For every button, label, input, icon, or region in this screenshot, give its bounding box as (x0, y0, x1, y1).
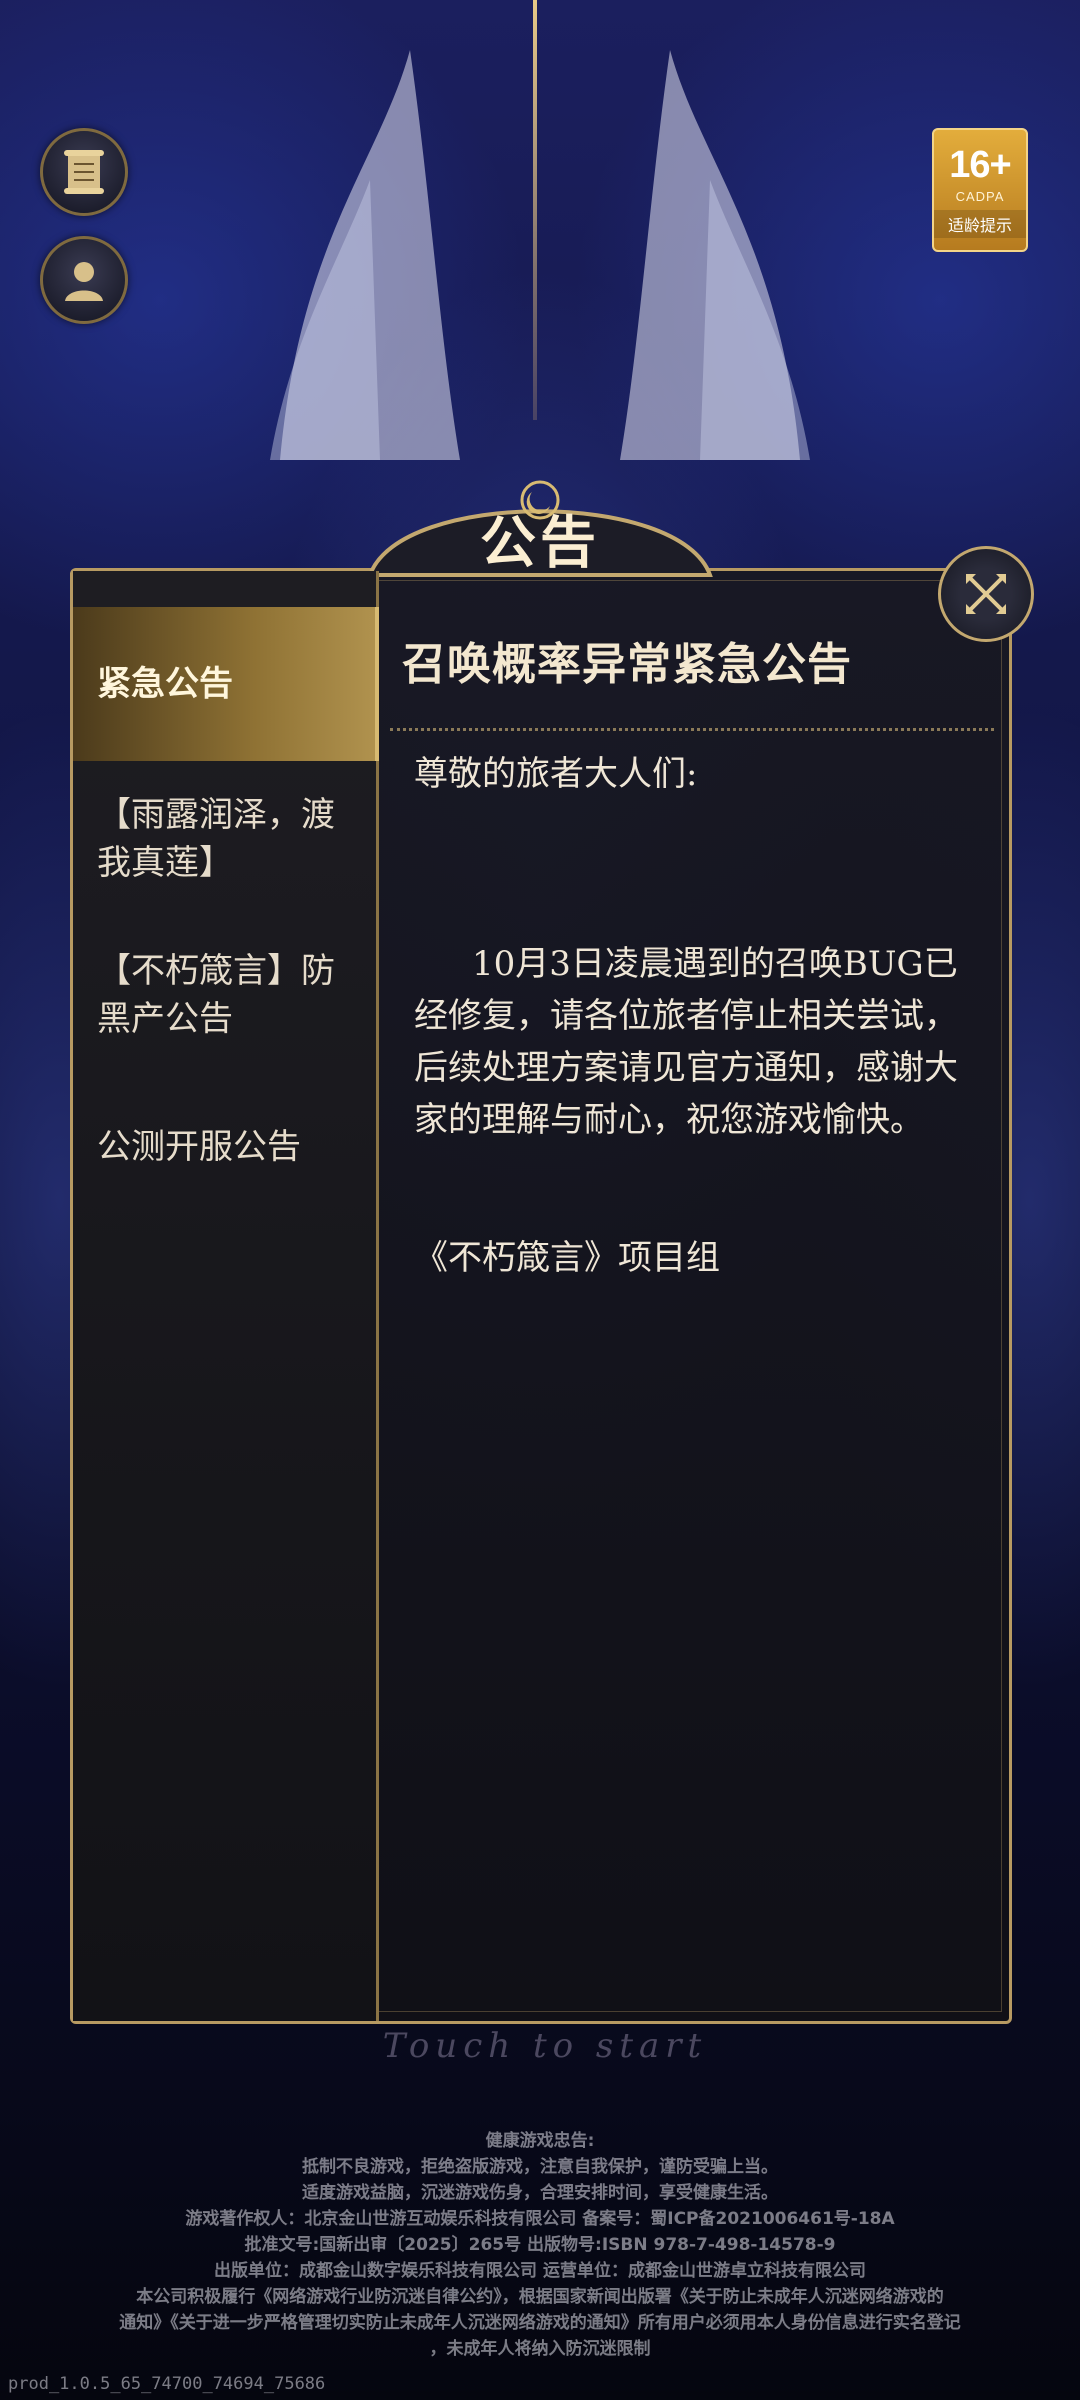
tab-rain-dew-event[interactable]: 【雨露润泽，渡我真莲】 (73, 791, 379, 887)
greeting-text: 尊敬的旅者大人们: (414, 754, 698, 794)
age-rating-tip: 适龄提示 (934, 210, 1026, 238)
age-rating-org: CADPA (955, 189, 1005, 204)
footer-line: 适度游戏益脑，沉迷游戏伤身，合理安排时间，享受健康生活。 (302, 2183, 778, 2203)
tab-label: 【不朽箴言】防黑产公告 (97, 951, 335, 1039)
footer-line: 批准文号:国新出审〔2025〕265号 出版物号:ISBN 978-7-498-… (244, 2235, 836, 2255)
footer-line: 本公司积极履行《网络游戏行业防沉迷自律公约》，根据国家新闻出版署《关于防止未成年… (136, 2287, 944, 2307)
user-icon (65, 262, 103, 301)
announcement-sidebar: 紧急公告 【雨露润泽，渡我真莲】 【不朽箴言】防黑产公告 公测开服公告 (73, 571, 379, 2021)
footer-line: 健康游戏忠告: (485, 2131, 595, 2151)
tab-anti-fraud-announcement[interactable]: 【不朽箴言】防黑产公告 (73, 947, 379, 1043)
announcement-body[interactable]: 尊敬的旅者大人们: 10月3日凌晨遇到的召唤BUG已经修复，请各位旅者停止相关尝… (414, 748, 970, 1284)
scroll-icon (64, 150, 104, 194)
tab-emergency-announcement[interactable]: 紧急公告 (73, 607, 379, 761)
light-beam (533, 0, 537, 420)
title-divider (390, 728, 994, 731)
panel-title: 公告 (480, 510, 600, 576)
touch-to-start-text: Touch to start (382, 2026, 708, 2066)
age-rating-badge[interactable]: 16+ CADPA 适龄提示 (932, 128, 1028, 252)
tab-label: 紧急公告 (97, 664, 233, 704)
left-wing-decoration (270, 50, 460, 460)
right-wing-decoration (620, 50, 810, 460)
close-icon (966, 574, 1006, 614)
scroll-menu-button[interactable] (40, 128, 128, 216)
footer-line: 出版单位：成都金山数字娱乐科技有限公司 运营单位：成都金山世游卓立科技有限公司 (214, 2261, 866, 2281)
tab-label: 【雨露润泽，渡我真莲】 (97, 795, 335, 883)
profile-button[interactable] (40, 236, 128, 324)
tab-label: 公测开服公告 (97, 1127, 301, 1167)
announcement-title: 召唤概率异常紧急公告 (402, 639, 852, 690)
footer-line: 通知》《关于进一步严格管理切实防止未成年人沉迷网络游戏的通知》所有用户必须用本人… (119, 2313, 961, 2333)
health-advisory-footer: 健康游戏忠告: 抵制不良游戏，拒绝盗版游戏，注意自我保护，谨防受骗上当。 适度游… (30, 2128, 1050, 2362)
age-rating-number: 16+ (949, 144, 1011, 186)
tab-open-beta-announcement[interactable]: 公测开服公告 (73, 1123, 379, 1171)
body-text: 10月3日凌晨遇到的召唤BUG已经修复，请各位旅者停止相关尝试，后续处理方案请见… (414, 944, 958, 1140)
footer-line: 游戏著作权人：北京金山世游互动娱乐科技有限公司 备案号：蜀ICP备2021006… (185, 2209, 895, 2229)
build-version: prod_1.0.5_65_74700_74694_75686 (8, 2374, 326, 2394)
footer-line: ，未成年人将纳入防沉迷限制 (429, 2339, 651, 2359)
footer-line: 抵制不良游戏，拒绝盗版游戏，注意自我保护，谨防受骗上当。 (302, 2157, 778, 2177)
signature-text: 《不朽箴言》项目组 (414, 1238, 720, 1278)
